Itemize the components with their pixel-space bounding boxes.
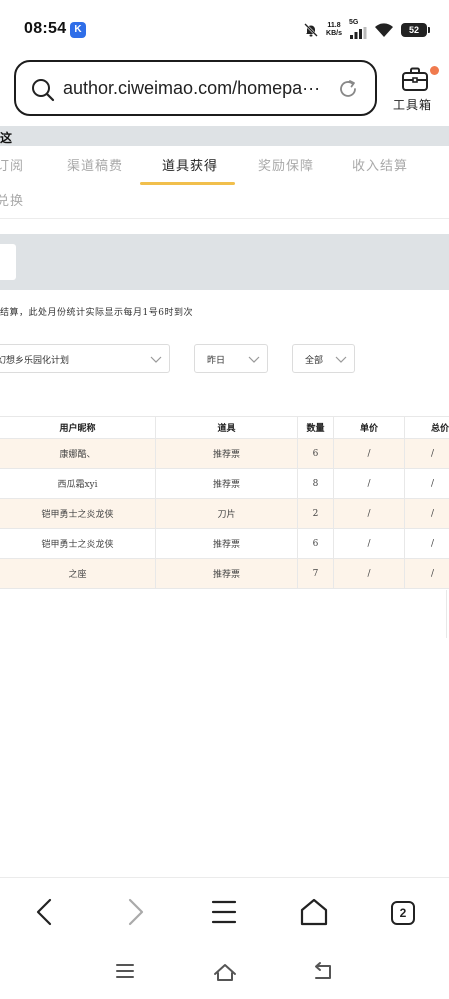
signal-icon: 5G bbox=[349, 19, 367, 39]
net-speed: 11.8 KB/s bbox=[326, 22, 342, 37]
cell-unit-price: / bbox=[334, 499, 405, 528]
tab-exchange[interactable]: 兑换 bbox=[0, 190, 24, 209]
type-select-value: 全部 bbox=[305, 356, 324, 366]
url-text[interactable]: author.ciweimao.com/homepa··· bbox=[63, 78, 333, 99]
banner-box bbox=[0, 244, 16, 280]
cell-total: / bbox=[431, 448, 435, 459]
page-header-strip: 这 bbox=[0, 126, 449, 146]
table-header-row: 用户昵称 道具 数量 单价 总价 bbox=[0, 417, 449, 439]
chevron-down-icon bbox=[248, 356, 260, 363]
table-row: 之座 推荐票 7 / / bbox=[0, 559, 449, 589]
header-total: 总价 bbox=[431, 424, 449, 434]
cell-quantity: 6 bbox=[298, 529, 334, 558]
reload-icon[interactable] bbox=[337, 78, 359, 100]
tab-subscription[interactable]: 订阅 bbox=[0, 155, 24, 174]
forward-arrow-icon[interactable] bbox=[122, 896, 148, 928]
cell-unit-price: / bbox=[334, 439, 405, 468]
cell-item: 刀片 bbox=[156, 499, 298, 528]
tab-reward-guarantee[interactable]: 奖励保障 bbox=[258, 155, 314, 174]
info-banner bbox=[0, 234, 449, 290]
cell-total: / bbox=[431, 538, 435, 549]
page-header-fragment: 这 bbox=[0, 131, 13, 145]
notification-dot bbox=[430, 66, 439, 75]
header-nickname: 用户昵称 bbox=[0, 417, 156, 438]
book-select-value: 幻想乡乐园化计划 bbox=[0, 356, 70, 366]
cell-quantity: 2 bbox=[298, 499, 334, 528]
cell-total: / bbox=[431, 478, 435, 489]
cell-quantity: 7 bbox=[298, 559, 334, 588]
cell-total: / bbox=[431, 568, 435, 579]
cell-item: 推荐票 bbox=[156, 439, 298, 468]
system-back-icon[interactable] bbox=[312, 961, 336, 983]
cell-unit-price: / bbox=[334, 469, 405, 498]
status-icons: 11.8 KB/s 5G 52 bbox=[303, 18, 430, 42]
cell-quantity: 6 bbox=[298, 439, 334, 468]
tabs-count-button[interactable]: 2 bbox=[391, 901, 415, 925]
cell-item: 推荐票 bbox=[156, 559, 298, 588]
status-time: 08:54 bbox=[24, 20, 67, 37]
header-quantity: 数量 bbox=[298, 417, 334, 438]
chevron-down-icon bbox=[335, 356, 347, 363]
cell-quantity: 8 bbox=[298, 469, 334, 498]
date-select[interactable]: 昨日 bbox=[194, 344, 268, 373]
toolbox-label: 工具箱 bbox=[393, 98, 433, 112]
system-home-icon[interactable] bbox=[212, 961, 238, 983]
tabs-divider bbox=[0, 218, 449, 219]
cell-nickname: 康娜酷、 bbox=[0, 439, 156, 468]
table-row: 铠甲勇士之炎龙侠 推荐票 6 / / bbox=[0, 529, 449, 559]
toolbox-icon bbox=[402, 67, 428, 91]
table-row: 西瓜霜xyi 推荐票 8 / / bbox=[0, 469, 449, 499]
book-select[interactable]: 幻想乡乐园化计划 bbox=[0, 344, 170, 373]
system-nav-bar bbox=[0, 947, 449, 999]
cell-item: 推荐票 bbox=[156, 529, 298, 558]
wifi-icon bbox=[375, 23, 393, 37]
browser-bottom-nav: 2 bbox=[0, 877, 449, 947]
active-tab-indicator bbox=[140, 182, 235, 185]
chevron-down-icon bbox=[150, 356, 162, 363]
date-select-value: 昨日 bbox=[207, 356, 226, 366]
cell-total: / bbox=[431, 508, 435, 519]
cell-nickname: 之座 bbox=[0, 559, 156, 588]
recent-apps-icon[interactable] bbox=[114, 961, 136, 981]
address-bar[interactable]: author.ciweimao.com/homepa··· bbox=[14, 60, 377, 116]
settlement-notice: 结算，此处月份统计实际显示每月1号6时到次 bbox=[0, 308, 193, 318]
header-unit-price: 单价 bbox=[334, 417, 405, 438]
type-select[interactable]: 全部 bbox=[292, 344, 355, 373]
toolbox-button[interactable]: 工具箱 bbox=[389, 62, 443, 116]
mute-bell-icon bbox=[304, 23, 318, 37]
cell-unit-price: / bbox=[334, 529, 405, 558]
status-bar: 08:54 K 11.8 KB/s 5G 52 bbox=[0, 0, 449, 60]
tab-income-settlement[interactable]: 收入结算 bbox=[352, 155, 408, 174]
menu-icon[interactable] bbox=[210, 896, 238, 928]
app-notification-icon: K bbox=[70, 22, 86, 38]
cell-item: 推荐票 bbox=[156, 469, 298, 498]
search-icon bbox=[32, 79, 55, 102]
tab-channel-fees[interactable]: 渠道稿费 bbox=[67, 155, 123, 174]
cell-nickname: 铠甲勇士之炎龙侠 bbox=[0, 499, 156, 528]
home-icon[interactable] bbox=[299, 896, 329, 928]
cell-unit-price: / bbox=[334, 559, 405, 588]
table-row: 康娜酷、 推荐票 6 / / bbox=[0, 439, 449, 469]
cell-nickname: 铠甲勇士之炎龙侠 bbox=[0, 529, 156, 558]
back-arrow-icon[interactable] bbox=[32, 896, 58, 928]
props-table: 用户昵称 道具 数量 单价 总价 康娜酷、 推荐票 6 / / 西瓜霜xyi 推… bbox=[0, 416, 449, 589]
tab-props-received[interactable]: 道具获得 bbox=[162, 155, 218, 174]
header-item: 道具 bbox=[156, 417, 298, 438]
cell-nickname: 西瓜霜xyi bbox=[0, 469, 156, 498]
scroll-edge-line bbox=[446, 590, 447, 638]
table-row: 铠甲勇士之炎龙侠 刀片 2 / / bbox=[0, 499, 449, 529]
battery-icon: 52 bbox=[401, 23, 430, 37]
